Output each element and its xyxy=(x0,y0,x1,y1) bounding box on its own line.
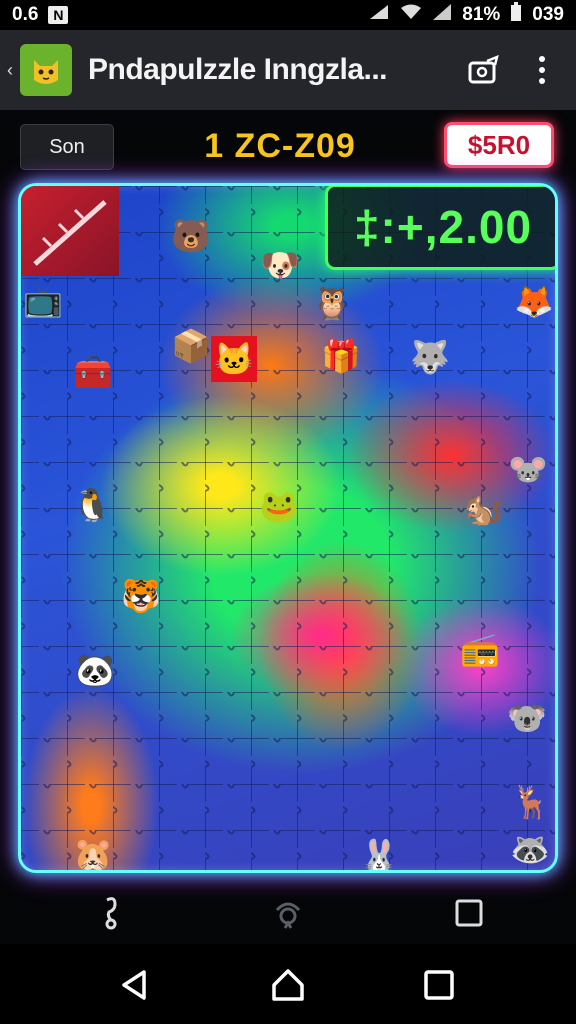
puzzle-piece[interactable]: 🎁 xyxy=(321,336,361,376)
puzzle-piece[interactable]: 📦 xyxy=(171,326,211,366)
rotate-icon[interactable] xyxy=(265,890,311,936)
navigation-bar xyxy=(0,944,576,1024)
puzzle-piece[interactable]: 🦊 xyxy=(511,278,555,324)
cat-app-icon[interactable] xyxy=(20,44,72,96)
puzzle-piece[interactable]: 🐼 xyxy=(71,646,119,694)
recent-apps-icon[interactable] xyxy=(414,960,464,1010)
home-icon[interactable] xyxy=(263,960,313,1010)
puzzle-piece[interactable]: 📺 xyxy=(21,278,65,322)
square-icon[interactable] xyxy=(446,890,492,936)
puzzle-piece[interactable]: 🦉 xyxy=(311,282,353,324)
son-button[interactable]: Son xyxy=(20,124,114,170)
cell-signal-icon xyxy=(432,3,452,27)
puzzle-piece[interactable]: 🦌 xyxy=(511,782,551,822)
game-timer: 1 ZC-Z09 xyxy=(204,126,356,165)
game-header: Son 1 ZC-Z09 $5R0 xyxy=(0,110,576,180)
notification-icon: N xyxy=(48,6,69,24)
score-display: ‡:+,2.00 xyxy=(325,186,555,270)
triangle-back-icon[interactable] xyxy=(110,960,160,1010)
status-time: 0.6 xyxy=(12,4,39,25)
app-bar: ‹ Pndapulzzle Inngzla... xyxy=(0,30,576,110)
battery-icon xyxy=(510,2,522,28)
chevron-left-icon[interactable]: ‹ xyxy=(0,30,20,110)
bottom-toolbar xyxy=(0,880,576,944)
puzzle-piece[interactable]: 🐺 xyxy=(409,336,451,378)
app-title: Pndapulzzle Inngzla... xyxy=(88,53,388,86)
wifi-icon xyxy=(400,3,422,27)
puzzle-piece[interactable]: 🐻 xyxy=(171,216,211,256)
puzzle-piece[interactable]: 🐯 xyxy=(117,572,165,620)
puzzle-piece[interactable]: 🐿️ xyxy=(461,486,507,532)
status-left: 0.6 N xyxy=(12,4,69,26)
puzzle-board[interactable]: ‡:+,2.00 🐱 🐻 🐶 🦉 📦 🎁 🐺 📺 🧰 🦊 🐧 🐸 🐿️ 🐭 🐯 … xyxy=(18,183,558,873)
more-vert-icon[interactable] xyxy=(518,46,566,94)
puzzle-piece[interactable]: 🐱 xyxy=(211,336,257,382)
battery-level: 81% xyxy=(462,4,501,25)
signal-icon xyxy=(368,3,390,27)
puzzle-piece[interactable]: 🐧 xyxy=(69,482,115,528)
puzzle-piece[interactable]: 🐸 xyxy=(255,482,303,530)
puzzle-piece[interactable]: 🦝 xyxy=(505,826,555,870)
price-button[interactable]: $5R0 xyxy=(444,122,554,168)
hint-icon[interactable] xyxy=(88,890,134,936)
corner-ribbon xyxy=(21,186,119,276)
puzzle-piece[interactable]: 🧰 xyxy=(71,350,115,394)
share-icon[interactable] xyxy=(460,46,508,94)
puzzle-piece[interactable]: 📻 xyxy=(457,626,503,672)
puzzle-piece[interactable]: 🐶 xyxy=(260,246,300,284)
puzzle-piece[interactable]: 🐹 xyxy=(71,832,115,870)
puzzle-piece[interactable]: 🐨 xyxy=(505,696,549,740)
puzzle-piece[interactable]: 🐭 xyxy=(505,446,551,492)
status-clock: 039 xyxy=(532,4,564,25)
status-bar: 0.6 N 81% 039 xyxy=(0,0,576,30)
puzzle-piece[interactable]: 🐰 xyxy=(355,836,403,870)
status-right: 81% 039 xyxy=(368,2,564,28)
